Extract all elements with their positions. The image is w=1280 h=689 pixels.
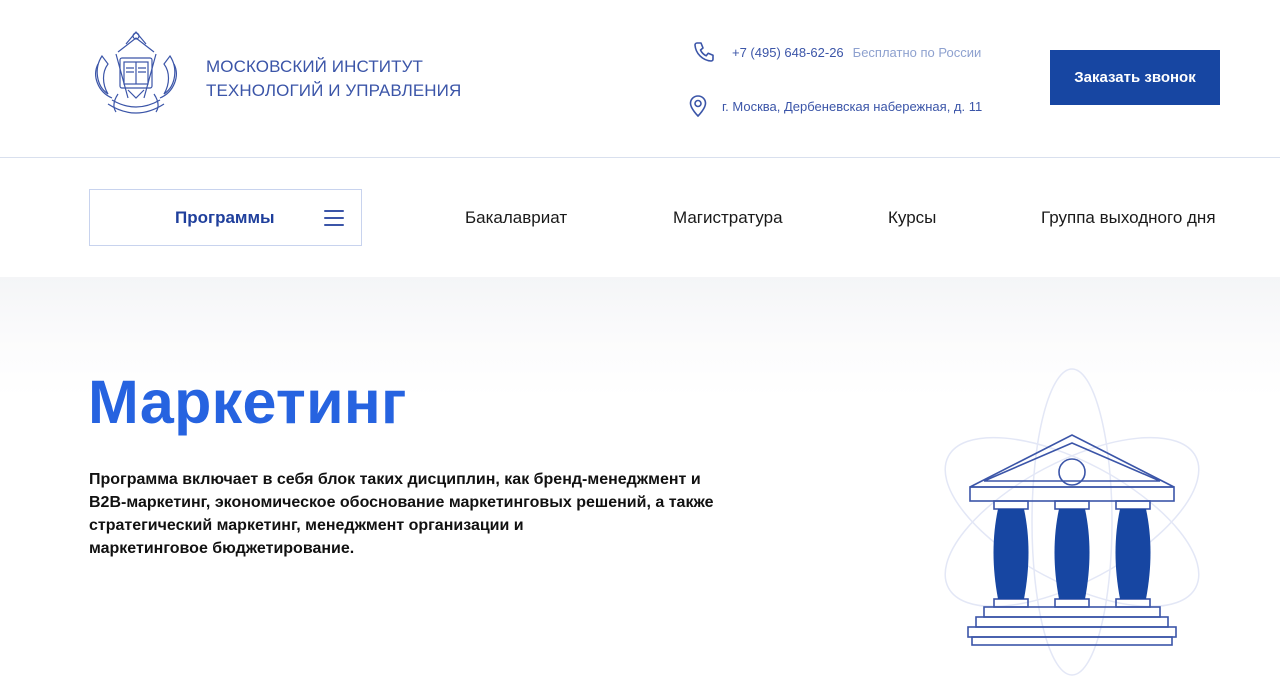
institute-name[interactable]: МОСКОВСКИЙ ИНСТИТУТ ТЕХНОЛОГИЙ И УПРАВЛЕ… (206, 55, 461, 103)
description-line: маркетинговое бюджетирование. (89, 540, 355, 557)
nav-link-courses[interactable]: Курсы (888, 208, 936, 228)
institute-name-line1: МОСКОВСКИЙ ИНСТИТУТ (206, 57, 423, 76)
page-title: Маркетинг (88, 368, 407, 436)
programs-menu-button[interactable]: Программы (89, 189, 362, 246)
coat-of-arms-logo-icon[interactable] (88, 28, 184, 124)
site-header: МОСКОВСКИЙ ИНСТИТУТ ТЕХНОЛОГИЙ И УПРАВЛЕ… (0, 0, 1280, 158)
address-row: г. Москва, Дербеневская набережная, д. 1… (688, 94, 982, 118)
phone-icon (694, 42, 714, 62)
phone-row: +7 (495) 648-62-26 Бесплатно по России (692, 40, 981, 64)
programs-label: Программы (175, 208, 275, 227)
main-nav: Программы Бакалавриат Магистратура Курсы… (0, 159, 1280, 277)
nav-link-master[interactable]: Магистратура (673, 208, 783, 228)
phone-note: Бесплатно по России (852, 44, 982, 60)
hamburger-icon (324, 210, 344, 226)
phone-link[interactable]: +7 (495) 648-62-26 (732, 45, 844, 60)
program-description: Программа включает в себя блок таких дис… (89, 468, 769, 560)
address-text: г. Москва, Дербеневская набережная, д. 1… (722, 98, 983, 114)
description-line: Программа включает в себя блок таких дис… (89, 471, 701, 488)
order-call-button[interactable]: Заказать звонок (1050, 50, 1220, 105)
location-pin-icon (689, 95, 707, 118)
description-line: B2B-маркетинг, экономическое обоснование… (89, 494, 714, 511)
hero-section: Маркетинг Программа включает в себя блок… (0, 277, 1280, 689)
institute-name-line2: ТЕХНОЛОГИЙ И УПРАВЛЕНИЯ (206, 81, 462, 100)
nav-link-bachelor[interactable]: Бакалавриат (465, 208, 567, 228)
university-building-icon (944, 368, 1200, 676)
nav-link-weekend-group[interactable]: Группа выходного дня (1041, 208, 1216, 228)
description-line: стратегический маркетинг, менеджмент орг… (89, 517, 524, 534)
